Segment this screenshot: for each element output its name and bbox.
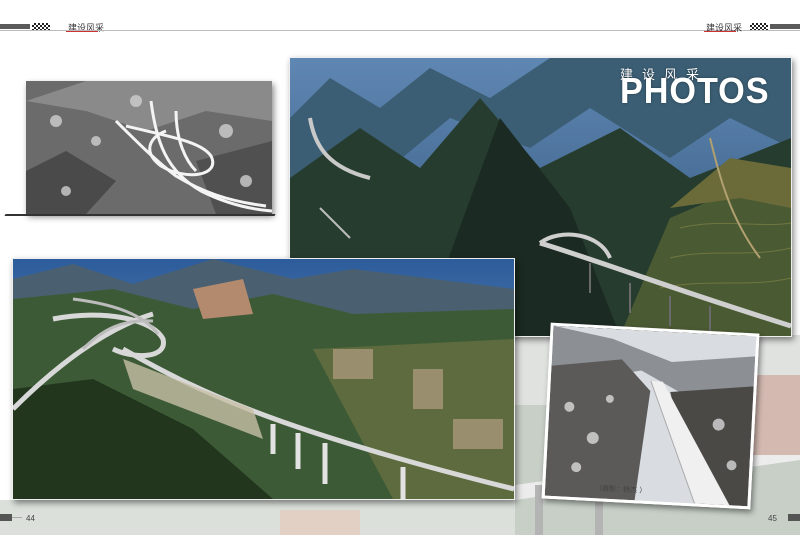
header-rule-left <box>66 31 98 32</box>
footer-rule-left <box>12 517 22 518</box>
header-checker-right <box>750 23 768 30</box>
page-number-left: 44 <box>26 514 35 523</box>
header-rule-right <box>704 31 736 32</box>
photo-shadow-line <box>4 214 276 216</box>
header-bar-right <box>770 24 800 29</box>
viaduct-interchange-aerial-photo <box>12 258 515 500</box>
header-title-left: 建设风采 <box>68 24 105 34</box>
header-rule <box>0 30 800 31</box>
page-number-right: 45 <box>768 514 777 523</box>
header-title-right: 建设风采 <box>706 24 743 34</box>
footer-tab-right <box>788 514 800 521</box>
header-bar-left <box>0 24 30 29</box>
snowy-bridge-photo: （摄影：杨杰 ） <box>541 322 760 510</box>
photos-banner-en: PHOTOS <box>620 70 770 111</box>
footer-tab-left <box>0 514 12 521</box>
background-faded-strip <box>0 500 515 535</box>
snowy-interchange-photo <box>26 81 272 214</box>
header-checker-left <box>32 23 50 30</box>
